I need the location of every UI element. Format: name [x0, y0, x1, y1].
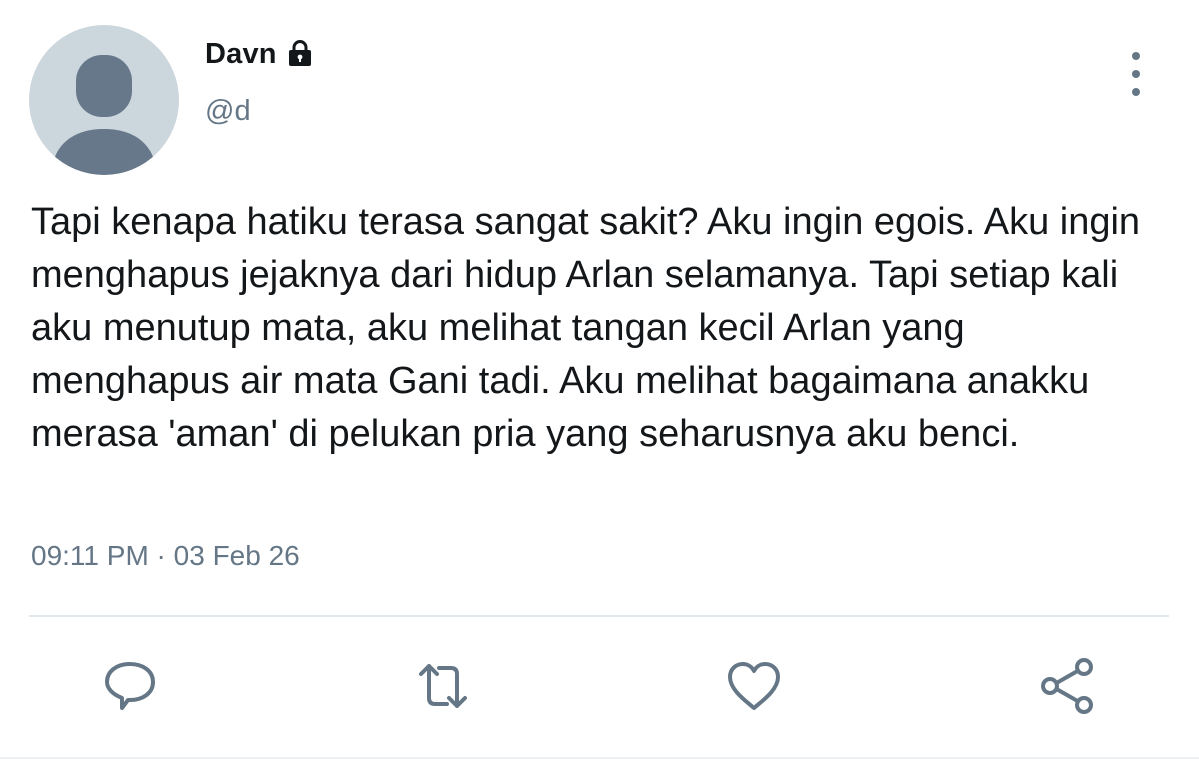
retweet-icon [419, 664, 467, 708]
more-vertical-icon[interactable] [1118, 52, 1154, 96]
divider [29, 615, 1169, 617]
name-row: Davn [205, 38, 315, 71]
lock-icon [285, 38, 315, 68]
tweet-timestamp[interactable]: 09:11 PM · 03 Feb 26 [31, 540, 300, 572]
more-dot [1132, 88, 1140, 96]
display-name[interactable]: Davn [205, 38, 277, 71]
reply-icon [105, 662, 155, 710]
reply-button[interactable] [100, 656, 160, 716]
tweet-text: Tapi kenapa hatiku terasa sangat sakit? … [31, 201, 1141, 455]
tweet-card: Davn @d Tapi kenapa hatiku terasa sangat… [0, 0, 1199, 775]
more-dot [1132, 70, 1140, 78]
more-dot [1132, 52, 1140, 60]
share-button[interactable] [1038, 656, 1098, 716]
share-icon [1041, 658, 1093, 714]
avatar[interactable] [29, 25, 179, 175]
user-handle[interactable]: @d [205, 95, 251, 128]
retweet-button[interactable] [413, 656, 473, 716]
heart-icon [728, 662, 780, 710]
default-avatar-icon [51, 55, 157, 175]
bottom-divider [0, 757, 1199, 759]
like-button[interactable] [724, 656, 784, 716]
